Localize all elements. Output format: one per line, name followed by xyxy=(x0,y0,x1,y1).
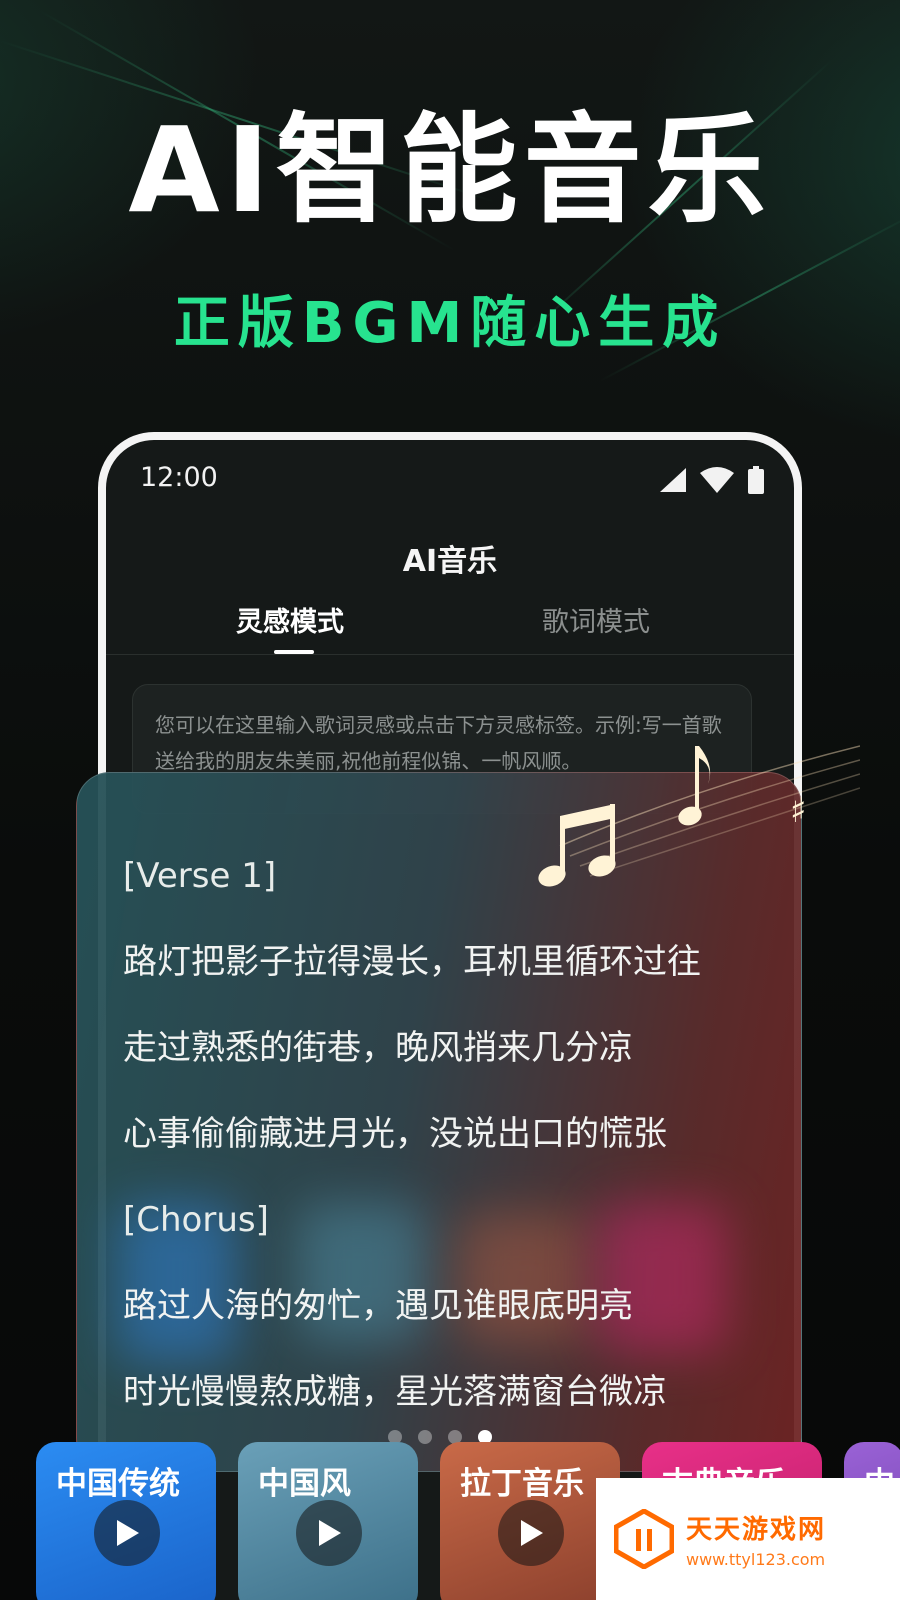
signal-icon xyxy=(660,468,686,492)
status-icons xyxy=(660,466,764,494)
lyric-line: 路灯把影子拉得漫长，耳机里循环过往 xyxy=(123,942,701,982)
lyric-line: 时光慢慢熬成糖，星光落满窗台微凉 xyxy=(123,1372,667,1412)
app-title: AI音乐 xyxy=(402,544,498,579)
lyric-line: 心事偷偷藏进月光，没说出口的慌张 xyxy=(123,1114,667,1154)
watermark-url: www.ttyl123.com xyxy=(686,1550,826,1569)
lyric-section-tag: [Chorus] xyxy=(123,1200,269,1240)
genre-label: 中国传统 xyxy=(56,1466,180,1502)
play-icon xyxy=(117,1520,139,1546)
hero-title: AI智能音乐 xyxy=(128,101,772,239)
music-notes-decoration: ♯ xyxy=(538,745,860,887)
genre-label: 中国风 xyxy=(258,1466,351,1502)
tab-inspiration-mode[interactable]: 灵感模式 xyxy=(236,600,344,639)
tab-lyrics-mode[interactable]: 歌词模式 xyxy=(542,600,650,639)
genre-card[interactable]: 中国风 xyxy=(238,1442,418,1600)
play-button[interactable] xyxy=(94,1500,160,1566)
watermark-name: 天天游戏网 xyxy=(686,1515,827,1545)
genre-card[interactable]: 中国传统 xyxy=(36,1442,216,1600)
genre-label: 拉丁音乐 xyxy=(460,1466,584,1502)
lyric-line: 走过熟悉的街巷，晚风捎来几分凉 xyxy=(123,1028,633,1068)
hero-subtitle: 正版BGM随心生成 xyxy=(173,291,727,356)
genre-card[interactable]: 拉丁音乐 xyxy=(440,1442,620,1600)
lyric-line: 路过人海的匆忙，遇见谁眼底明亮 xyxy=(123,1286,633,1326)
status-time: 12:00 xyxy=(140,462,218,493)
wifi-icon xyxy=(700,467,734,493)
battery-icon xyxy=(748,466,764,494)
tab-divider xyxy=(106,654,794,655)
site-watermark: 天天游戏网 www.ttyl123.com xyxy=(596,1478,900,1600)
sharp-icon: ♯ xyxy=(790,791,806,831)
watermark-logo-icon xyxy=(614,1509,674,1569)
play-button[interactable] xyxy=(296,1500,362,1566)
play-button[interactable] xyxy=(498,1500,564,1566)
play-icon xyxy=(319,1520,341,1546)
play-icon xyxy=(521,1520,543,1546)
